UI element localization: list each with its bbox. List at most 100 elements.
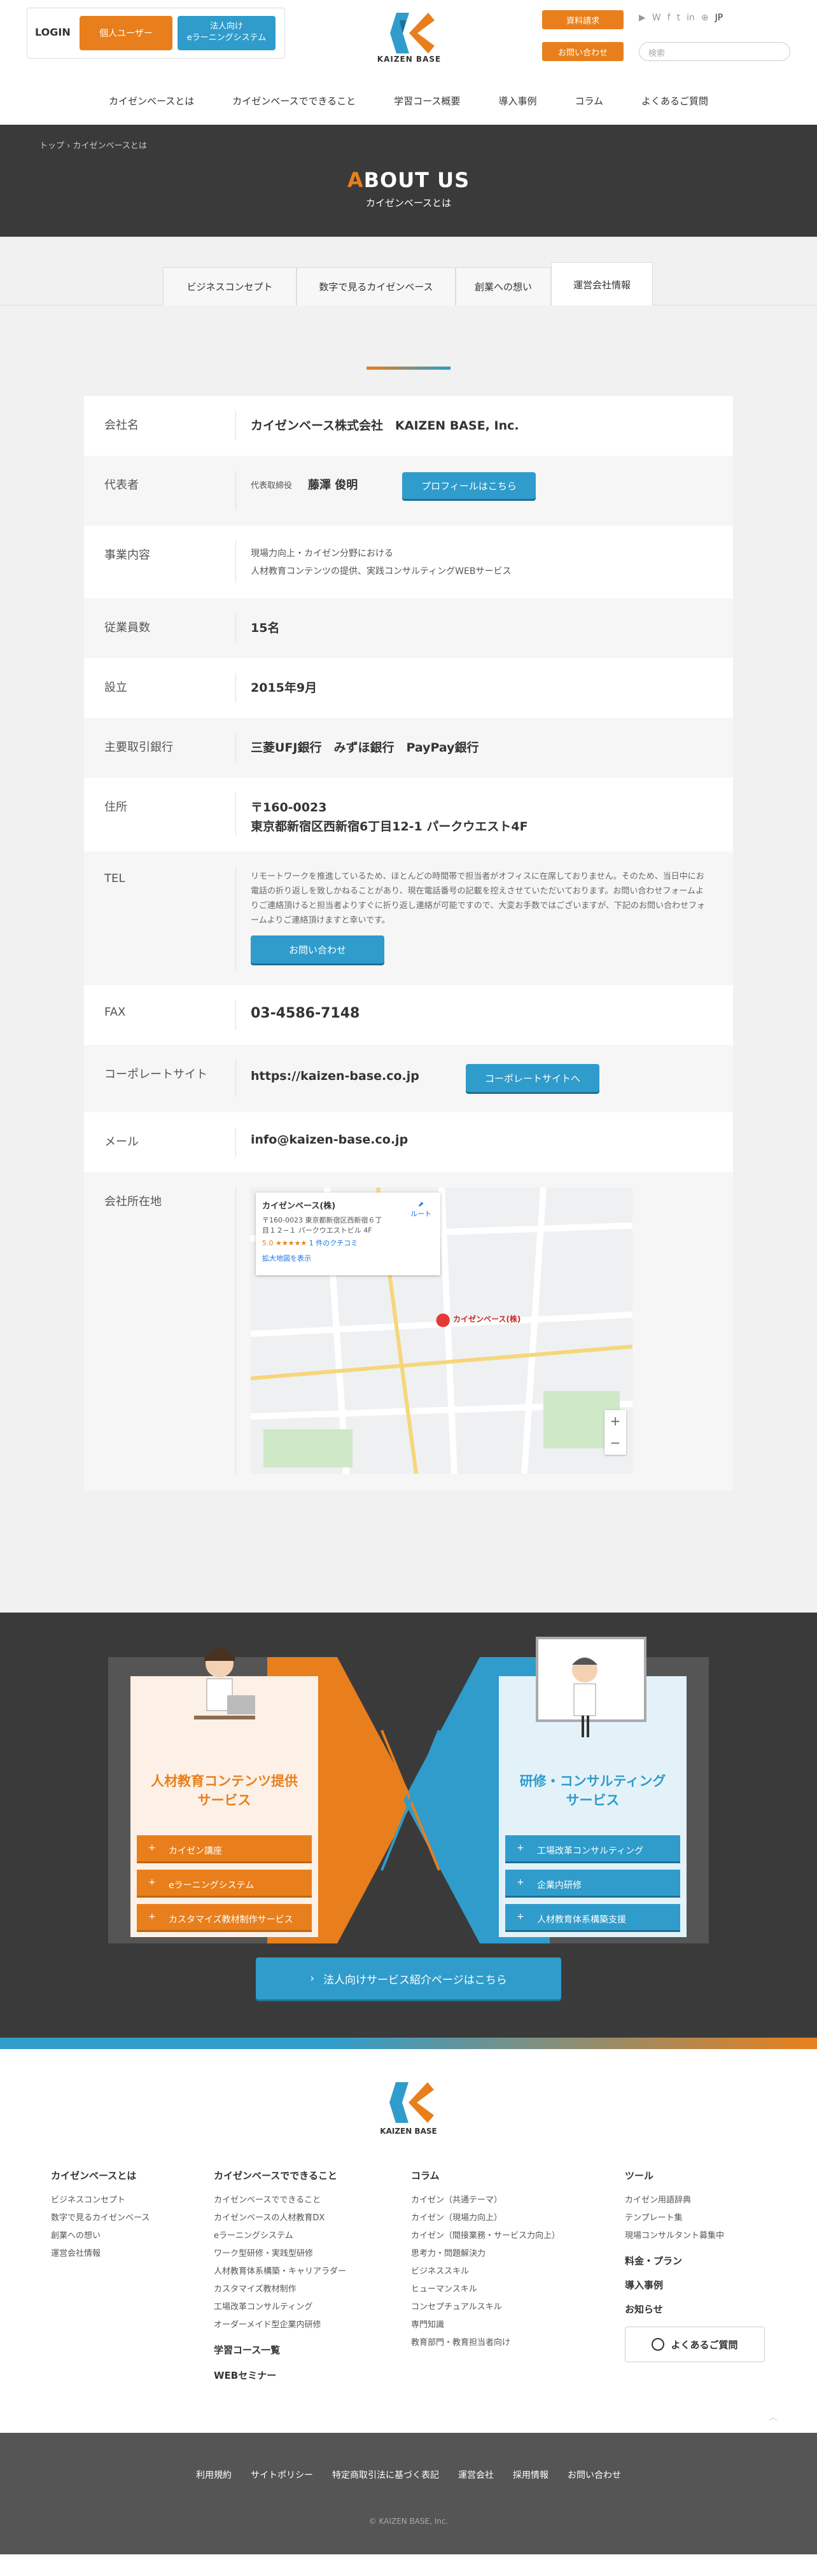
tab-founding[interactable]: 創業への想い	[456, 267, 551, 305]
commerce-law-link[interactable]: 特定商取引法に基づく表記	[332, 2468, 439, 2481]
service-item-elearning[interactable]: + eラーニングシステム	[137, 1870, 312, 1898]
rating-stars: 5.0 ★★★★★	[262, 1239, 307, 1247]
footer-link[interactable]: ビジネススキル	[411, 2264, 469, 2276]
nav-about[interactable]: カイゼンベースとは	[90, 90, 213, 112]
site-url[interactable]: https://kaizen-base.co.jp	[251, 1069, 419, 1083]
site-policy-link[interactable]: サイトポリシー	[251, 2468, 313, 2481]
request-docs-button[interactable]: 資料請求	[542, 10, 624, 29]
label: 会社名	[104, 419, 139, 432]
map-reviews-link[interactable]: 1 件のクチコミ	[309, 1239, 358, 1247]
footer-link[interactable]: ビジネスコンセプト	[51, 2193, 125, 2205]
footer-link[interactable]: 人材教育体系構築・キャリアラダー	[214, 2264, 346, 2276]
footer-link[interactable]: コンセプチュアルスキル	[411, 2300, 502, 2312]
row-separator	[235, 411, 236, 440]
footer-link[interactable]: カイゼンベースの人材教育DX	[214, 2211, 325, 2223]
footer-courses-link[interactable]: 学習コース一覧	[214, 2343, 280, 2356]
login-personal-button[interactable]: 個人ユーザー	[80, 16, 172, 50]
tab-company-info[interactable]: 運営会社情報	[551, 262, 653, 306]
tab-numbers[interactable]: 数字で見るカイゼンベース	[297, 267, 456, 305]
email-value[interactable]: info@kaizen-base.co.jp	[251, 1133, 408, 1147]
footer-col-column-title[interactable]: コラム	[411, 2169, 440, 2182]
label: メール	[104, 1135, 139, 1149]
footer-plan-link[interactable]: 料金・プラン	[625, 2254, 682, 2267]
linkedin-icon[interactable]: in	[687, 13, 695, 23]
footer-link[interactable]: 創業への想い	[51, 2229, 101, 2241]
label: 代表者	[104, 479, 139, 492]
site-logo[interactable]: KAIZEN BASE	[374, 8, 444, 71]
contact-button[interactable]: お問い合わせ	[251, 935, 384, 963]
facebook-icon[interactable]: f	[667, 13, 671, 23]
footer-logo[interactable]: KAIZEN BASE	[374, 2077, 443, 2141]
footer-link[interactable]: カイゼンベースでできること	[214, 2193, 321, 2205]
nav-column[interactable]: コラム	[555, 90, 622, 112]
search-input[interactable]: 検索	[639, 42, 790, 61]
map-route-link[interactable]: ⬈ ルート	[410, 1200, 431, 1219]
language-selector[interactable]: JP	[715, 13, 723, 23]
footer-link[interactable]: ヒューマンスキル	[411, 2282, 477, 2294]
footer-cases-link[interactable]: 導入事例	[625, 2278, 663, 2292]
terms-link[interactable]: 利用規約	[196, 2468, 232, 2481]
breadcrumb-home[interactable]: トップ	[39, 141, 64, 151]
row-established: 設立 2015年9月	[84, 658, 733, 718]
service-item-training[interactable]: + 企業内研修	[505, 1870, 680, 1898]
globe-icon[interactable]: ⊕	[701, 13, 709, 23]
zoom-in-icon[interactable]: +	[604, 1410, 626, 1432]
zoom-out-icon[interactable]: −	[604, 1432, 626, 1453]
login-corporate-button[interactable]: 法人向け eラーニングシステム	[178, 16, 276, 50]
youtube-icon[interactable]: ▶	[639, 13, 646, 23]
row-separator	[235, 733, 236, 762]
business-line-1: 現場力向上・カイゼン分野における	[251, 549, 393, 559]
label: 設立	[104, 681, 127, 694]
footer-webinar-link[interactable]: WEBセミナー	[214, 2369, 276, 2382]
footer-link[interactable]: 専門知識	[411, 2318, 444, 2330]
footer-link[interactable]: カスタマイズ教材制作	[214, 2282, 297, 2294]
page-top-icon[interactable]: ︿	[769, 2411, 778, 2423]
footer-link[interactable]: ワーク型研修・実践型研修	[214, 2246, 313, 2258]
nav-courses[interactable]: 学習コース概要	[375, 90, 479, 112]
corporate-site-button[interactable]: コーポレートサイトへ	[466, 1064, 599, 1092]
label: コーポレートサイト	[104, 1068, 207, 1081]
footer-link[interactable]: eラーニングシステム	[214, 2229, 293, 2241]
service-item-factory[interactable]: + 工場改革コンサルティング	[505, 1835, 680, 1863]
footer-link[interactable]: 工場改革コンサルティング	[214, 2300, 312, 2312]
footer-link[interactable]: 現場コンサルタント募集中	[625, 2229, 724, 2241]
tab-business-concept[interactable]: ビジネスコンセプト	[163, 267, 297, 305]
profile-button[interactable]: プロフィールはこちら	[402, 472, 536, 499]
company-link[interactable]: 運営会社	[458, 2468, 494, 2481]
recruit-link[interactable]: 採用情報	[513, 2468, 548, 2481]
google-map[interactable]: カイゼンベース(株) 〒160-0023 東京都新宿区西新宿６丁目１２−１ パー…	[251, 1187, 632, 1474]
footer-col-features-title[interactable]: カイゼンベースでできること	[214, 2169, 337, 2182]
footer-link[interactable]: カイゼン（共通テーマ）	[411, 2193, 502, 2205]
tab-label: 創業への想い	[474, 281, 532, 293]
service-item-kaizen[interactable]: + カイゼン講座	[137, 1835, 312, 1863]
header-contact-button[interactable]: お問い合わせ	[542, 42, 624, 61]
contact-link[interactable]: お問い合わせ	[568, 2468, 621, 2481]
copyright: © KAIZEN BASE, Inc.	[368, 2517, 449, 2526]
footer-col-tools-title[interactable]: ツール	[625, 2169, 653, 2182]
nav-cases[interactable]: 導入事例	[479, 90, 555, 112]
footer-link[interactable]: カイゼン（現場力向上）	[411, 2211, 502, 2223]
service-item-system[interactable]: + 人材教育体系構築支援	[505, 1904, 680, 1932]
footer-news-link[interactable]: お知らせ	[625, 2302, 663, 2316]
footer-link[interactable]: 思考力・問題解決力	[411, 2246, 485, 2258]
twitter-icon[interactable]: t	[677, 13, 681, 23]
footer-link[interactable]: 教育部門・教育担当者向け	[411, 2335, 510, 2348]
footer-link[interactable]: オーダーメイド型企業内研修	[214, 2318, 321, 2330]
map-zoom-controls[interactable]: + −	[604, 1410, 626, 1455]
breadcrumb: トップ › カイゼンベースとは	[39, 139, 147, 151]
nav-faq[interactable]: よくあるご質問	[622, 90, 727, 112]
consulting-service-title: 研修・コンサルティング サービス	[519, 1774, 666, 1808]
plus-icon: +	[517, 1843, 524, 1853]
map-enlarge-link[interactable]: 拡大地図を表示	[262, 1253, 434, 1263]
footer-faq-button[interactable]: よくあるご質問	[625, 2327, 765, 2362]
footer-link[interactable]: カイゼン（間接業務・サービス力向上）	[411, 2229, 560, 2241]
footer-link[interactable]: 数字で見るカイゼンベース	[51, 2211, 150, 2223]
footer-link[interactable]: カイゼン用語辞典	[625, 2193, 691, 2205]
nav-features[interactable]: カイゼンベースでできること	[213, 90, 375, 112]
note-icon[interactable]: W	[652, 13, 661, 23]
service-item-custom[interactable]: + カスタマイズ教材制作サービス	[137, 1904, 312, 1932]
footer-link[interactable]: 運営会社情報	[51, 2246, 101, 2258]
footer-col-about-title[interactable]: カイゼンベースとは	[51, 2169, 136, 2182]
footer-link[interactable]: テンプレート集	[625, 2211, 683, 2223]
corporate-services-cta[interactable]: › 法人向けサービス紹介ページはこちら	[256, 1957, 561, 1999]
